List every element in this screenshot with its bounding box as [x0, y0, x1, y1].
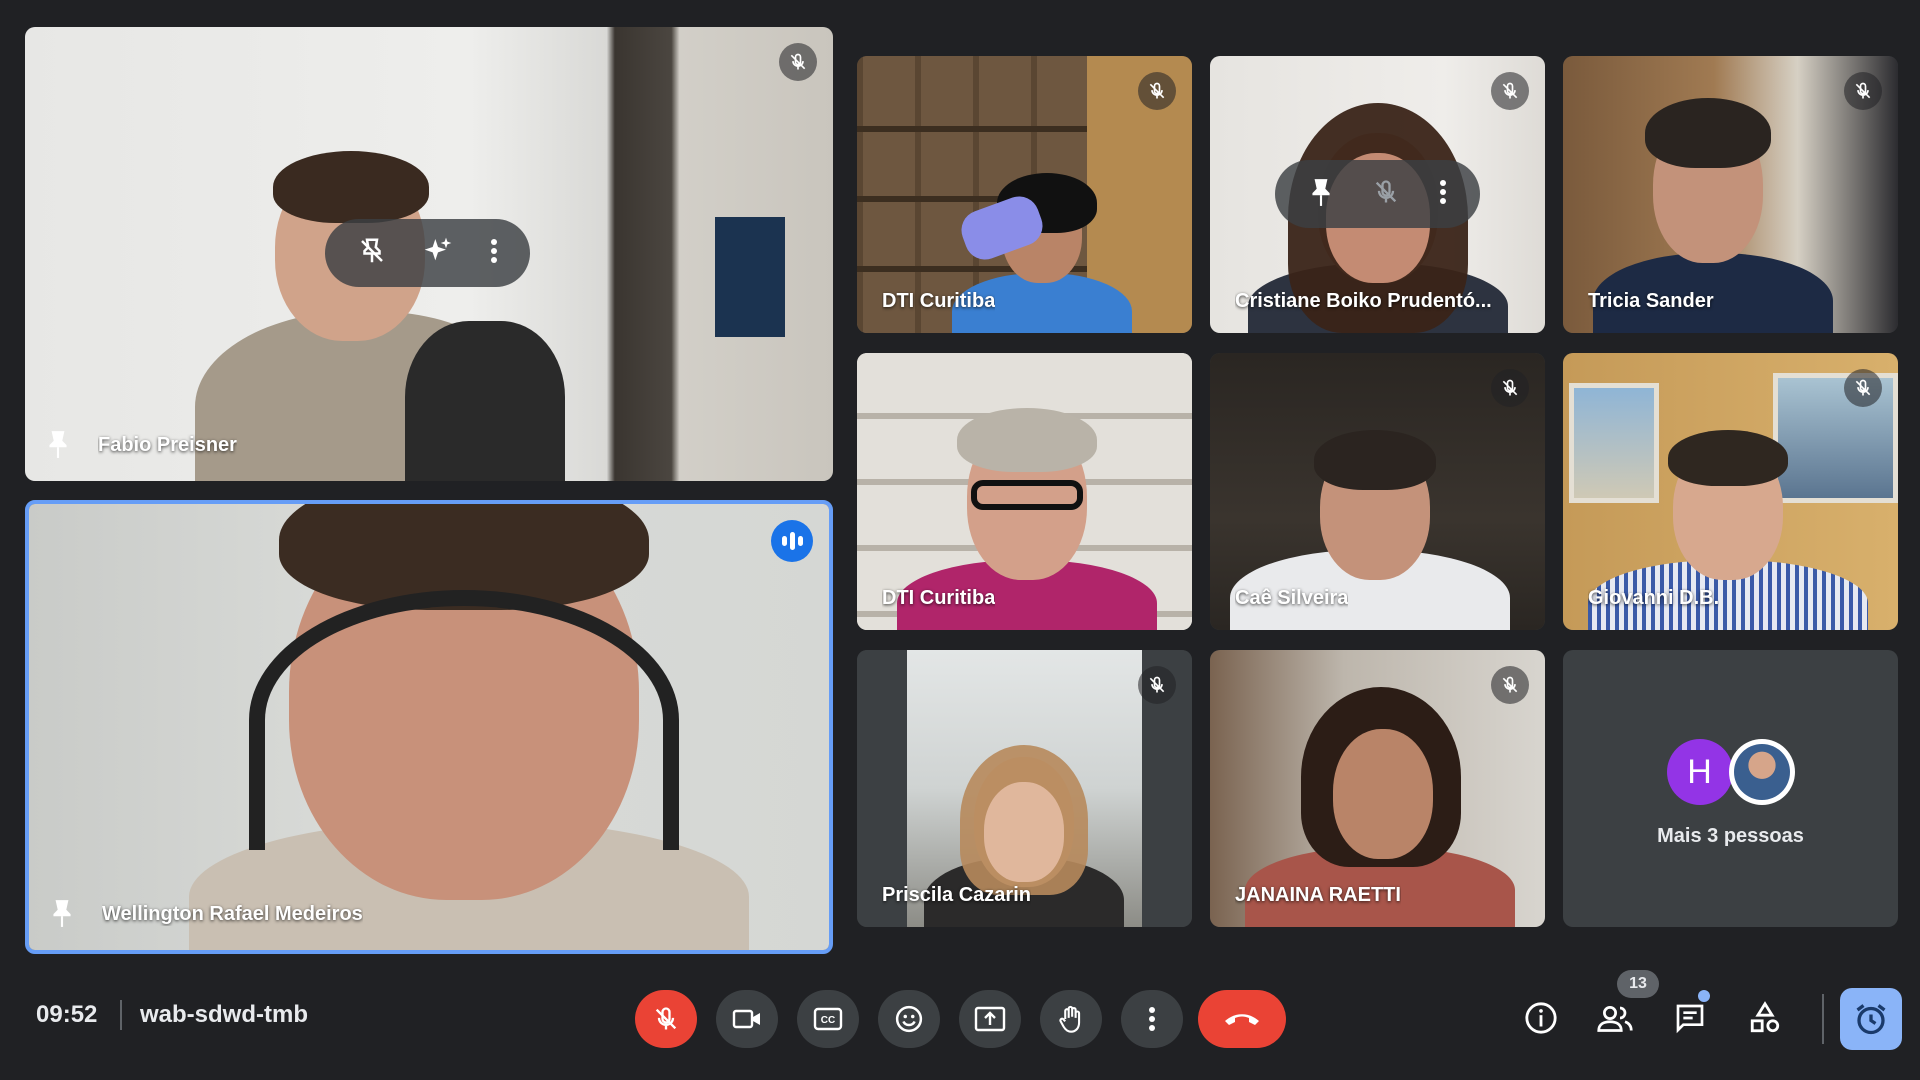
videocam-icon — [732, 1009, 760, 1029]
tile-more-options-button[interactable] — [1439, 179, 1447, 210]
pin-icon — [53, 900, 71, 927]
participant-tile-dti-curitiba-1[interactable]: DTI Curitiba — [857, 56, 1192, 333]
avatar-photo — [1728, 739, 1795, 805]
raise-hand-button[interactable] — [1040, 990, 1102, 1048]
mic-off-icon — [655, 1007, 677, 1030]
participant-name: Fabio Preisner — [98, 434, 237, 456]
unpin-button[interactable] — [357, 236, 387, 271]
visual-effects-button[interactable] — [422, 235, 454, 272]
leave-call-button[interactable] — [1198, 990, 1286, 1048]
activities-icon — [1750, 1001, 1780, 1033]
meeting-details-button[interactable] — [1516, 992, 1566, 1044]
participant-name: Wellington Rafael Medeiros — [102, 903, 363, 925]
svg-text:CC: CC — [821, 1015, 835, 1026]
mic-off-icon — [1491, 72, 1529, 110]
participant-tile-priscila[interactable]: Priscila Cazarin — [857, 650, 1192, 927]
call-end-icon — [1225, 1014, 1259, 1025]
timer-button[interactable] — [1840, 988, 1902, 1050]
present-screen-icon — [974, 1006, 1006, 1032]
reactions-button[interactable] — [878, 990, 940, 1048]
mic-off-icon — [1844, 72, 1882, 110]
participant-name: Tricia Sander — [1588, 290, 1714, 312]
divider — [1822, 994, 1824, 1044]
divider — [120, 1000, 122, 1030]
alarm-icon — [1856, 1004, 1886, 1035]
participant-tile-fabio[interactable]: Fabio Preisner — [25, 27, 833, 481]
avatar: H — [1666, 739, 1733, 805]
participant-tile-dti-curitiba-2[interactable]: DTI Curitiba — [857, 353, 1192, 630]
participant-name: DTI Curitiba — [882, 290, 996, 312]
activities-button[interactable] — [1740, 992, 1790, 1044]
tile-hover-controls — [1275, 160, 1480, 228]
more-options-button[interactable] — [1121, 990, 1183, 1048]
mic-off-icon — [1138, 666, 1176, 704]
participant-tile-tricia[interactable]: Tricia Sander — [1563, 56, 1898, 333]
video-feed — [29, 504, 829, 950]
participant-name: DTI Curitiba — [882, 587, 996, 609]
participant-tile-wellington[interactable]: Wellington Rafael Medeiros — [25, 500, 833, 954]
meeting-code: wab-sdwd-tmb — [140, 1001, 308, 1028]
participant-name: Caê Silveira — [1235, 587, 1349, 609]
tile-hover-controls — [325, 219, 530, 287]
participant-tile-giovanni[interactable]: Giovanni D.B. — [1563, 353, 1898, 630]
participant-tile-cae[interactable]: Caê Silveira — [1210, 353, 1545, 630]
participant-name: JANAINA RAETTI — [1235, 884, 1401, 906]
pin-icon — [49, 431, 67, 458]
more-participants-label: Mais 3 pessoas — [1657, 825, 1804, 847]
participant-tile-janaina[interactable]: JANAINA RAETTI — [1210, 650, 1545, 927]
participant-name: Priscila Cazarin — [882, 884, 1031, 906]
people-icon — [1597, 1006, 1633, 1032]
microphone-toggle-button[interactable] — [635, 990, 697, 1048]
tile-more-options-button[interactable] — [490, 238, 498, 269]
participant-tile-cristiane[interactable]: Cristiane Boiko Prudentó... — [1210, 56, 1545, 333]
info-icon — [1525, 1002, 1557, 1034]
people-button[interactable] — [1590, 992, 1640, 1044]
closed-captions-icon: CC — [813, 1007, 843, 1031]
pin-button[interactable] — [1308, 177, 1334, 212]
participant-name: Cristiane Boiko Prudentó... — [1235, 290, 1492, 312]
captions-button[interactable]: CC — [797, 990, 859, 1048]
emoji-icon — [895, 1005, 923, 1033]
mic-off-icon — [1844, 369, 1882, 407]
chat-icon — [1676, 1004, 1704, 1034]
more-participants-tile[interactable]: H Mais 3 pessoas — [1563, 650, 1898, 927]
notification-dot — [1698, 990, 1710, 1002]
speaking-indicator-icon — [771, 520, 813, 562]
mic-off-icon — [1491, 369, 1529, 407]
mic-off-icon — [1491, 666, 1529, 704]
raise-hand-icon — [1059, 1005, 1081, 1033]
mute-participant-button[interactable] — [1372, 178, 1400, 211]
present-now-button[interactable] — [959, 990, 1021, 1048]
bottom-control-bar: 09:52 wab-sdwd-tmb CC 13 — [0, 970, 1920, 1080]
more-vert-icon — [1149, 1007, 1155, 1031]
mic-off-icon — [779, 43, 817, 81]
avatar-stack: H — [1666, 739, 1795, 805]
camera-toggle-button[interactable] — [716, 990, 778, 1048]
mic-off-icon — [1138, 72, 1176, 110]
current-time: 09:52 — [36, 1001, 98, 1028]
participant-name: Giovanni D.B. — [1588, 587, 1720, 609]
